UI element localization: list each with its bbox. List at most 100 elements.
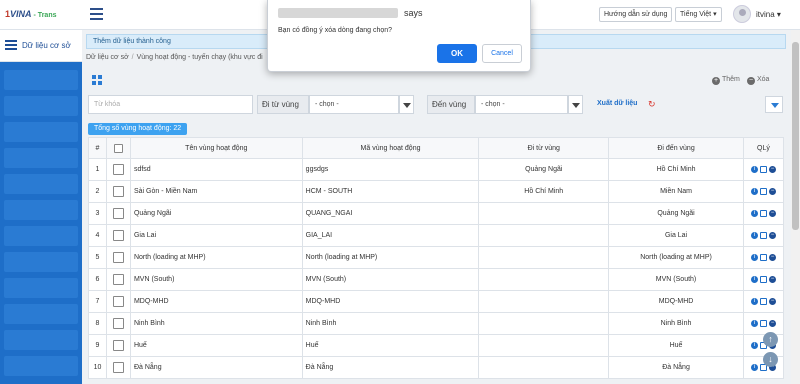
row-to: Miền Nam [608,180,744,203]
row-checkbox[interactable] [112,274,124,285]
row-actions: i− [742,224,785,247]
from-region-select[interactable]: - chọn - [309,95,399,114]
row-checkbox[interactable] [112,340,124,351]
remove-icon[interactable]: − [768,165,776,173]
table-row[interactable]: 9HuếHuếHuếi− [88,334,785,357]
remove-icon[interactable]: − [768,297,776,305]
menu-toggle-icon[interactable] [90,8,103,20]
row-checkbox[interactable] [112,362,124,373]
remove-icon[interactable]: − [768,209,776,217]
remove-icon[interactable]: − [768,275,776,283]
row-checkbox[interactable] [112,208,124,219]
scrollbar-thumb[interactable] [792,42,799,230]
edit-icon[interactable] [759,253,767,261]
table-row[interactable]: 2 Sài Gòn - Miền Nam HCM - SOUTH Hồ Chí Min… [88,180,785,203]
row-index: 8 [88,312,107,335]
edit-icon[interactable] [759,275,767,283]
sidebar-item[interactable] [4,304,78,324]
edit-icon[interactable] [759,319,767,327]
sidebar-item[interactable] [4,174,78,194]
user-menu[interactable]: itvina ▾ [756,10,781,19]
grid-view-icon[interactable] [92,75,102,85]
avatar[interactable] [733,5,751,23]
options-dropdown-button[interactable] [765,96,783,113]
table-row[interactable]: 4 Gia Lai GIA_LAI Gia Lai i − [88,224,785,247]
edit-icon[interactable] [759,165,767,173]
delete-button[interactable]: − Xóa [747,76,769,85]
sidebar-item[interactable] [4,356,78,376]
chevron-down-icon[interactable] [399,95,414,114]
info-icon[interactable]: i [750,231,758,239]
export-button[interactable]: Xuất dữ liệu [597,100,637,107]
sidebar-item[interactable] [4,278,78,298]
sidebar-title: Dữ liệu cơ sở [22,41,71,50]
info-icon[interactable]: i [750,187,758,195]
language-select[interactable]: Tiếng Việt ▾ [675,7,722,22]
edit-icon[interactable] [759,187,767,195]
sidebar-item[interactable] [4,148,78,168]
row-select-cell [105,312,131,335]
help-button[interactable]: Hướng dẫn sử dụng [599,7,673,22]
ok-button[interactable]: OK [437,44,477,63]
app-logo[interactable]: 1VINA - Trans [5,9,56,19]
table-row[interactable]: 1 sdfsd ggsdgs Quảng Ngãi Hồ Chí Minh i − [88,158,785,181]
row-name: Huế [129,334,303,357]
info-icon[interactable]: i [750,275,758,283]
plus-icon: + [712,77,720,85]
col-header-to[interactable]: Đi đến vùng [608,137,744,159]
edit-icon[interactable] [759,297,767,305]
info-icon[interactable]: i [750,319,758,327]
add-button[interactable]: + Thêm [712,76,740,85]
remove-icon[interactable]: − [768,253,776,261]
table-row[interactable]: 10 Đà Nẵng Đà Nẵng Đà Nẵng i − [88,356,785,379]
breadcrumb-item[interactable]: Dữ liệu cơ sở [86,54,129,61]
sidebar-item-base-data[interactable]: Dữ liệu cơ sở [0,30,82,62]
info-icon[interactable]: i [750,341,758,349]
scroll-down-icon[interactable]: ↓ [763,352,778,367]
row-to: Đà Nẵng [608,356,744,379]
select-all-checkbox[interactable] [113,143,123,153]
sidebar-item[interactable] [4,96,78,116]
cancel-button[interactable]: Cancel [482,44,522,63]
row-checkbox[interactable] [112,164,124,175]
keyword-input[interactable]: Từ khóa [88,95,253,114]
total-count-badge: Tổng số vùng hoạt động: 22 [88,123,188,135]
chevron-down-icon[interactable] [568,95,583,114]
row-checkbox[interactable] [112,318,124,329]
sidebar-item[interactable] [4,330,78,350]
sidebar-item[interactable] [4,226,78,246]
col-header-name[interactable]: Tên vùng hoạt động [129,137,303,159]
row-checkbox[interactable] [112,252,124,263]
row-select-cell [105,290,131,313]
table-row[interactable]: 8 Ninh Bình Ninh Bình Ninh Bình i − [88,312,785,335]
sidebar-item[interactable] [4,122,78,142]
sidebar-item[interactable] [4,200,78,220]
col-header-code[interactable]: Mã vùng hoạt động [301,137,480,159]
info-icon[interactable]: i [750,297,758,305]
table-row[interactable]: 6 MVN (South) MVN (South) MVN (South) i − [88,268,785,291]
sidebar-item[interactable] [4,252,78,272]
edit-icon[interactable] [759,209,767,217]
remove-icon[interactable]: − [768,231,776,239]
row-checkbox[interactable] [112,230,124,241]
row-to: MVN (South) [608,268,744,291]
row-checkbox[interactable] [112,186,124,197]
remove-icon[interactable]: − [768,187,776,195]
scroll-up-icon[interactable]: ↑ [763,332,778,347]
table-row[interactable]: 5 North (loading at MHP) North (loading at… [88,246,785,269]
to-region-select[interactable]: - chọn - [475,95,568,114]
page-scrollbar[interactable] [791,30,800,384]
remove-icon[interactable]: − [768,319,776,327]
sidebar-item[interactable] [4,70,78,90]
table-row[interactable]: 3 Quảng Ngãi QUANG_NGAI Quảng Ngãi i − [88,202,785,225]
row-checkbox[interactable] [112,296,124,307]
info-icon[interactable]: i [750,209,758,217]
info-icon[interactable]: i [750,363,758,371]
info-icon[interactable]: i [750,165,758,173]
refresh-icon[interactable]: ↻ [648,99,656,110]
row-from [478,356,610,379]
col-header-from[interactable]: Đi từ vùng [478,137,610,159]
table-row[interactable]: 7 MDQ-MHD MDQ-MHD MDQ-MHD i − [88,290,785,313]
info-icon[interactable]: i [750,253,758,261]
edit-icon[interactable] [759,231,767,239]
